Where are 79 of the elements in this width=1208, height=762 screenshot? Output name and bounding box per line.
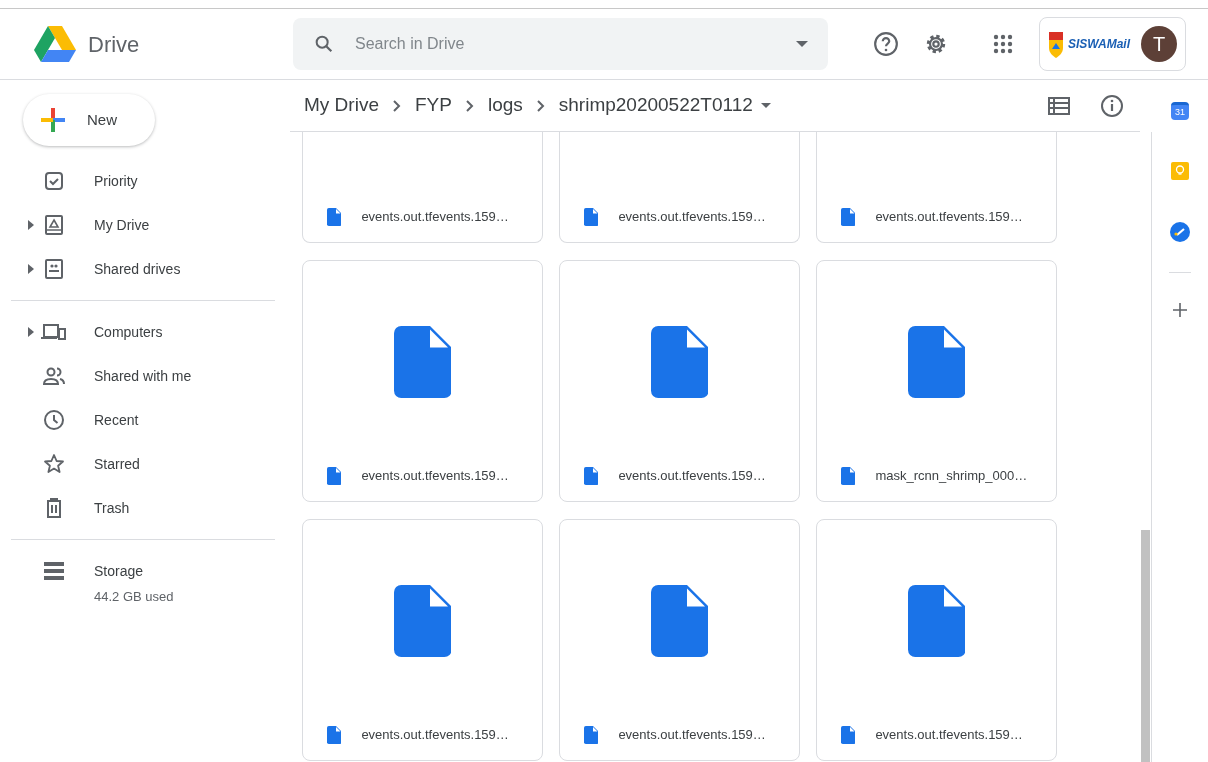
info-icon[interactable] <box>1100 93 1124 118</box>
file-preview-icon <box>650 585 709 657</box>
chevron-right-icon <box>392 99 401 112</box>
file-icon <box>584 467 599 485</box>
new-button[interactable]: New <box>23 94 155 146</box>
file-icon <box>584 726 599 744</box>
calendar-icon[interactable]: 31 <box>1171 102 1189 120</box>
file-card[interactable]: mask_rcnn_shrimp_000… <box>816 260 1057 502</box>
breadcrumb-link[interactable]: My Drive <box>304 91 379 120</box>
file-name: events.out.tfevents.159… <box>361 726 509 745</box>
breadcrumb-link[interactable]: FYP <box>414 91 452 120</box>
file-icon <box>327 726 342 744</box>
sidebar-item[interactable]: Shared with me <box>0 354 290 398</box>
avatar: T <box>1141 26 1177 62</box>
chevron-right-icon <box>536 99 545 112</box>
help-icon[interactable] <box>873 31 899 57</box>
plus-icon <box>39 106 67 134</box>
file-preview-icon <box>393 585 452 657</box>
expand-caret-icon[interactable] <box>28 264 34 274</box>
file-name: events.out.tfevents.159… <box>875 208 1023 227</box>
tasks-icon[interactable] <box>1170 222 1190 242</box>
storage-icon <box>43 561 65 581</box>
checkbox-icon <box>42 169 66 193</box>
file-name: events.out.tfevents.159… <box>361 467 509 486</box>
sidebar-item[interactable]: Priority <box>0 159 290 203</box>
clock-icon <box>42 408 66 432</box>
sidebar-item[interactable]: Computers <box>0 310 290 354</box>
star-icon <box>42 452 66 476</box>
file-preview-icon <box>393 326 452 398</box>
add-icon[interactable] <box>1173 303 1187 317</box>
file-card[interactable]: events.out.tfevents.159… <box>816 519 1057 761</box>
shared-drive-icon <box>42 257 66 281</box>
file-icon <box>841 726 856 744</box>
file-card[interactable]: events.out.tfevents.159… <box>816 132 1057 243</box>
sidebar-item[interactable]: Recent <box>0 398 290 442</box>
drive-logo-icon <box>34 26 76 62</box>
file-name: mask_rcnn_shrimp_000… <box>875 467 1028 486</box>
file-card[interactable]: events.out.tfevents.159… <box>302 260 543 502</box>
file-icon <box>327 467 342 485</box>
dropdown-arrow-icon[interactable] <box>796 41 808 47</box>
apps-grid-icon[interactable] <box>993 34 1013 54</box>
file-name: events.out.tfevents.159… <box>618 726 766 745</box>
account-switcher[interactable]: SISWAMail T <box>1039 17 1186 71</box>
sidebar-item[interactable]: Shared drives <box>0 247 290 291</box>
file-preview-icon <box>907 585 966 657</box>
sidebar-item[interactable]: Starred <box>0 442 290 486</box>
search-field[interactable]: Search in Drive <box>355 32 776 56</box>
list-view-icon[interactable] <box>1048 96 1070 115</box>
app-name: Drive <box>88 30 140 59</box>
crest-icon <box>1048 29 1064 59</box>
chevron-right-icon <box>465 99 474 112</box>
file-name: events.out.tfevents.159… <box>618 467 766 486</box>
scrollbar[interactable] <box>1140 132 1152 762</box>
file-preview-icon <box>650 326 709 398</box>
search-bar[interactable]: Search in Drive <box>293 18 828 70</box>
file-card[interactable]: events.out.tfevents.159… <box>559 260 800 502</box>
scrollbar-thumb[interactable] <box>1141 530 1150 762</box>
brand-name: SISWAMail <box>1068 36 1130 53</box>
file-icon <box>841 467 856 485</box>
drive-icon <box>42 213 66 237</box>
sidebar-item[interactable]: My Drive <box>0 203 290 247</box>
expand-caret-icon[interactable] <box>28 220 34 230</box>
breadcrumb-link[interactable]: logs <box>487 91 523 120</box>
file-name: events.out.tfevents.159… <box>875 726 1023 745</box>
file-card[interactable]: events.out.tfevents.159… <box>559 132 800 243</box>
file-icon <box>584 208 599 226</box>
expand-caret-icon[interactable] <box>28 327 34 337</box>
file-icon <box>841 208 856 226</box>
file-card[interactable]: events.out.tfevents.159… <box>559 519 800 761</box>
file-card[interactable]: events.out.tfevents.159… <box>302 519 543 761</box>
file-name: events.out.tfevents.159… <box>618 208 766 227</box>
file-name: events.out.tfevents.159… <box>361 208 509 227</box>
file-preview-icon <box>907 326 966 398</box>
file-card[interactable]: events.out.tfevents.159… <box>302 132 543 243</box>
file-icon <box>327 208 342 226</box>
search-icon <box>313 33 335 55</box>
dropdown-arrow-icon[interactable] <box>760 103 771 108</box>
sidebar-item[interactable]: Trash <box>0 486 290 530</box>
breadcrumb-link[interactable]: shrimp20200522T0112 <box>558 91 753 120</box>
